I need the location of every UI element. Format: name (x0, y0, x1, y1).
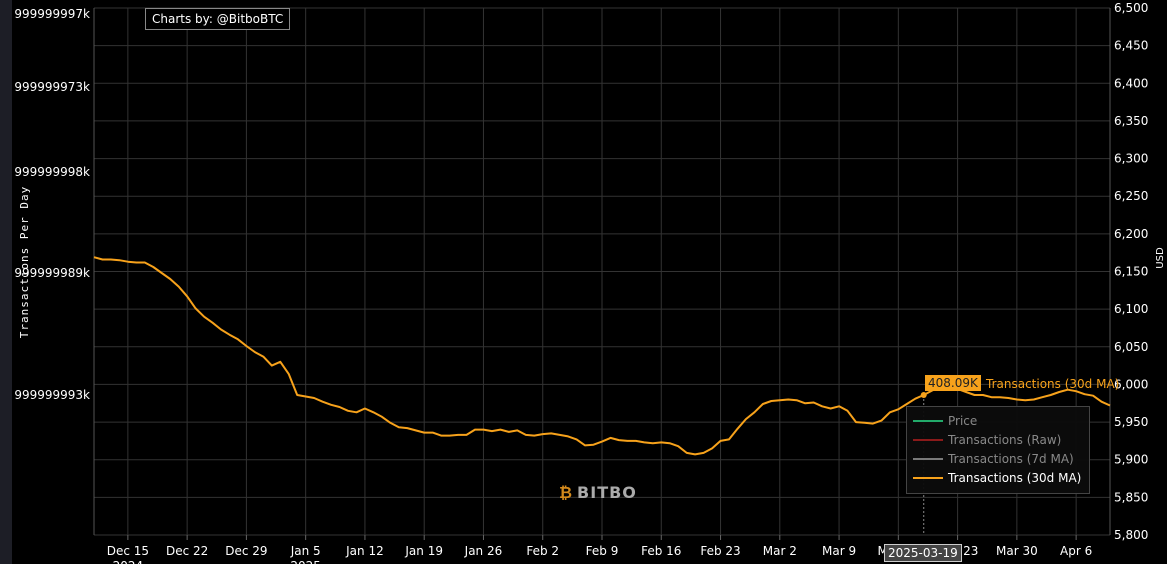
left-tick-label: 999999997k (14, 7, 90, 21)
x-tick-label: Jan 19 (404, 544, 443, 558)
right-tick-label: 6,350 (1114, 114, 1148, 128)
left-tick-label: 999999998k (14, 165, 90, 179)
right-tick-label: 5,800 (1114, 528, 1148, 542)
right-tick-label: 6,150 (1114, 265, 1148, 279)
right-tick-label: 6,500 (1114, 1, 1148, 15)
y-axis-label: Transactions Per Day (18, 186, 31, 338)
hover-date-badge: 2025-03-19 (884, 544, 962, 562)
legend-item-30d[interactable]: Transactions (30d MA) (913, 469, 1081, 487)
left-tick-label: 999999973k (14, 80, 90, 94)
bitbo-logo-icon: ₿ (559, 483, 574, 502)
x-tick-label: Dec 29 (225, 544, 267, 558)
right-axis: 6,500 6,450 6,400 6,350 6,300 6,250 6,200 6,150… (1114, 1, 1148, 542)
legend-label-price: Price (948, 414, 978, 428)
x-tick-label: Feb 16 (641, 544, 681, 558)
x-tick-label: Feb 2 (526, 544, 559, 558)
legend-swatch-30d (913, 477, 943, 479)
x-tick-label: Dec 22 (166, 544, 208, 558)
right-tick-label: 6,400 (1114, 76, 1148, 90)
x-tick-label: Jan 26 (464, 544, 503, 558)
x-tick-label: Dec 15 (107, 544, 149, 558)
x-tick-label: Mar 2 (763, 544, 797, 558)
bitbo-watermark: ₿ BITBO (559, 483, 637, 503)
chart-credit[interactable]: Charts by: @BitboBTC (145, 8, 291, 30)
right-tick-label: 6,250 (1114, 189, 1148, 203)
right-tick-label: 5,950 (1114, 415, 1148, 429)
legend-label-30d: Transactions (30d MA) (948, 471, 1082, 485)
x-tick-year: 2024 (113, 559, 144, 564)
hover-series-label: Transactions (30d MA) (986, 377, 1120, 391)
right-tick-label: 6,100 (1114, 302, 1148, 316)
hover-value-badge: 408.09K (925, 375, 981, 391)
y2-axis-label: USD (1155, 247, 1166, 269)
x-tick-label: Jan 5 (290, 544, 321, 558)
legend-swatch-raw (913, 439, 943, 441)
legend-label-7d: Transactions (7d MA) (948, 452, 1074, 466)
right-tick-label: 5,900 (1114, 453, 1148, 467)
x-tick-label: Jan 12 (345, 544, 384, 558)
x-tick-label: Mar 9 (822, 544, 856, 558)
right-tick-label: 5,850 (1114, 490, 1148, 504)
legend-label-raw: Transactions (Raw) (948, 433, 1062, 447)
left-tick-label: 999999993k (14, 388, 90, 402)
right-tick-label: 6,450 (1114, 39, 1148, 53)
right-tick-label: 6,300 (1114, 152, 1148, 166)
x-tick-label: Feb 23 (700, 544, 740, 558)
right-tick-label: 6,050 (1114, 340, 1148, 354)
hover-point (920, 391, 927, 398)
legend-swatch-7d (913, 458, 943, 460)
legend-swatch-price (913, 420, 943, 422)
legend-item-price[interactable]: Price (913, 412, 977, 430)
legend-item-7d[interactable]: Transactions (7d MA) (913, 450, 1074, 468)
right-tick-label: 6,200 (1114, 227, 1148, 241)
x-tick-label: Feb 9 (586, 544, 619, 558)
watermark-text: BITBO (577, 483, 637, 502)
x-tick-label: Apr 6 (1060, 544, 1092, 558)
x-tick-label: Mar 30 (996, 544, 1038, 558)
legend: Price Transactions (Raw) Transactions (7… (906, 406, 1090, 494)
x-tick-year: 2025 (290, 559, 321, 564)
legend-item-raw[interactable]: Transactions (Raw) (913, 431, 1061, 449)
